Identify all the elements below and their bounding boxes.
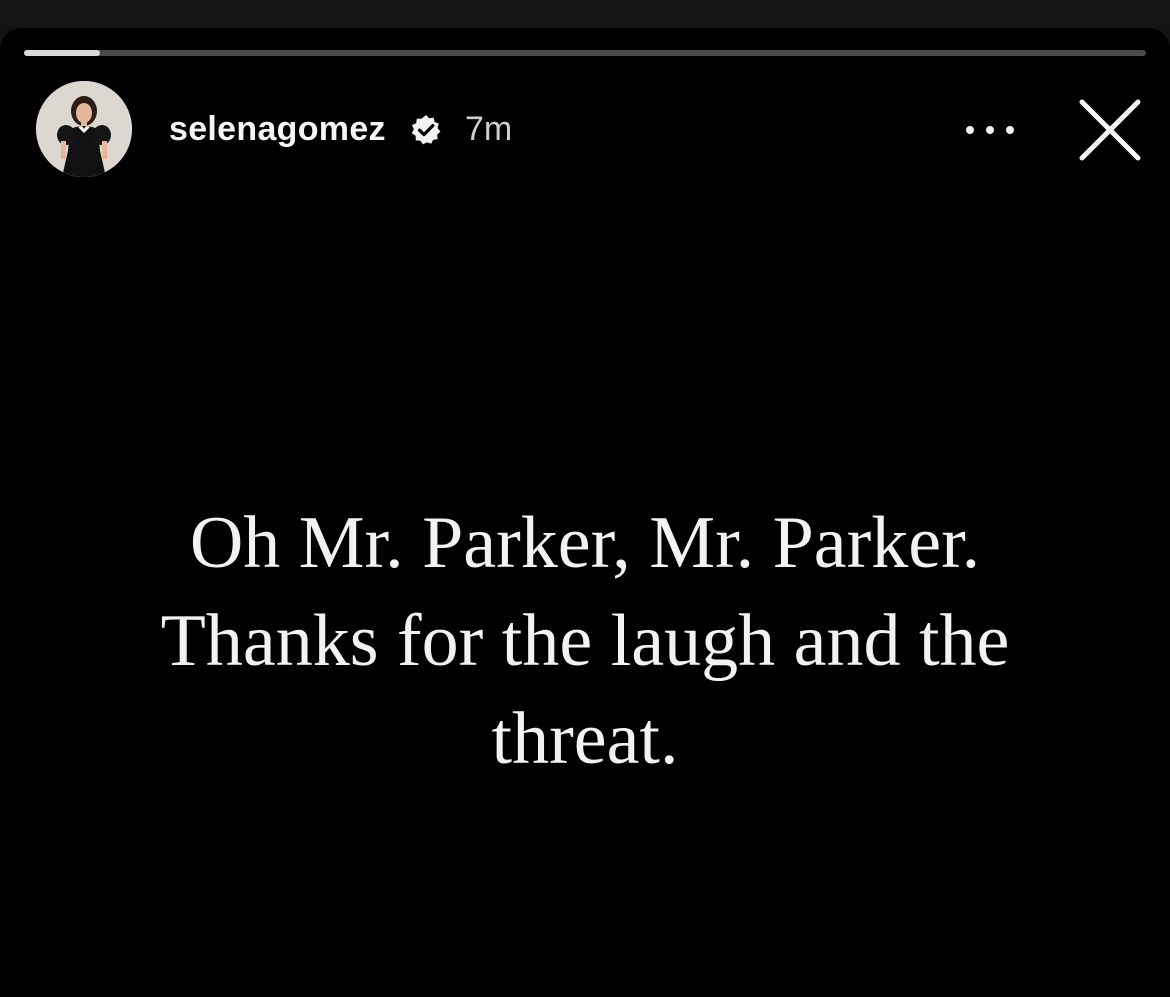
top-strip <box>0 0 1170 30</box>
more-options-icon[interactable] <box>958 110 1022 150</box>
story-viewer: selenagomez 7m Oh Mr. Parker, Mr. Parker… <box>0 28 1170 997</box>
story-text-line: Oh Mr. Parker, Mr. Parker. <box>189 502 981 584</box>
verified-badge-icon <box>410 114 442 146</box>
close-icon[interactable] <box>1076 96 1144 164</box>
story-progress-fill <box>24 50 101 56</box>
story-text-line: threat. <box>491 698 679 780</box>
story-text: Oh Mr. Parker, Mr. Parker. Thanks for th… <box>40 494 1130 788</box>
story-timestamp: 7m <box>465 110 513 148</box>
profile-photo <box>36 81 132 177</box>
story-progress-bar <box>24 50 1146 56</box>
username[interactable]: selenagomez <box>169 109 386 149</box>
avatar[interactable] <box>36 81 132 177</box>
story-text-line: Thanks for the laugh and the <box>160 600 1010 682</box>
